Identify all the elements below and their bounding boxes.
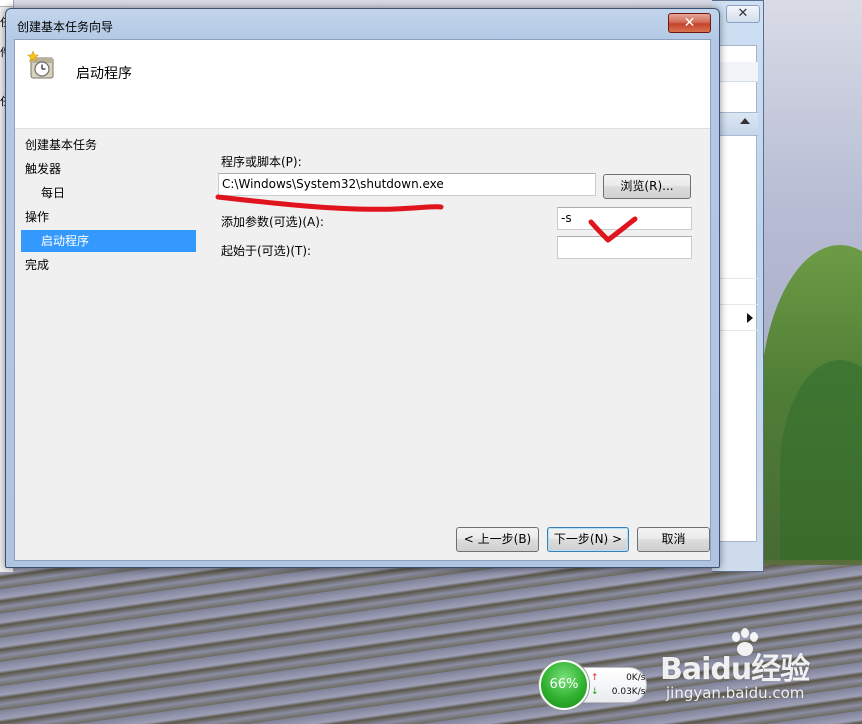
step-trigger[interactable]: 触发器 [21,158,196,180]
back-button[interactable]: < 上一步(B) [456,527,539,552]
download-arrow-icon: ↓ [591,687,599,697]
download-speed-value: 0.03K/s [611,687,646,697]
upload-speed-value: 0K/s [626,673,646,683]
divider [718,278,758,279]
task-scheduler-icon [27,51,54,79]
background-toolbar [718,62,758,82]
step-finish[interactable]: 完成 [21,254,196,276]
wizard-steps: 创建基本任务 触发器 每日 操作 启动程序 完成 [15,129,205,560]
network-monitor-widget[interactable]: 66% ↑ 0K/s ↓ 0.03K/s [539,660,647,710]
window-title: 创建基本任务向导 [17,20,114,34]
step-start-program[interactable]: 启动程序 [21,230,196,252]
start-in-label: 起始于(可选)(T): [221,244,312,258]
download-speed: ↓ 0.03K/s [591,687,645,697]
watermark-url: jingyan.baidu.com [666,684,805,702]
program-label: 程序或脚本(P): [221,155,302,169]
background-close-button[interactable]: ✕ [726,5,760,23]
divider [718,304,758,305]
title-bar[interactable]: 创建基本任务向导 ✕ [6,9,719,39]
create-basic-task-wizard: 创建基本任务向导 ✕ 启动程序 创建基本任务 触发器 每日 操作 启动程序 完成 [5,8,720,568]
collapse-caret-icon[interactable] [740,118,750,124]
close-icon: ✕ [683,15,696,31]
browse-button[interactable]: 浏览(R)... [603,174,691,199]
upload-arrow-icon: ↑ [591,673,599,683]
cancel-button[interactable]: 取消 [637,527,710,552]
memory-usage-ball[interactable]: 66% [539,660,589,710]
step-daily[interactable]: 每日 [21,182,196,204]
wizard-header: 启动程序 [15,40,710,129]
program-input[interactable]: C:\Windows\System32\shutdown.exe [218,173,596,196]
expand-arrow-icon[interactable] [747,313,753,323]
background-section-header[interactable] [718,112,758,136]
action-form: 程序或脚本(P): C:\Windows\System32\shutdown.e… [215,129,710,509]
divider [718,330,758,331]
start-in-input[interactable] [557,236,692,259]
baidu-jingyan-watermark: Baidu经验 jingyan.baidu.com [658,626,858,716]
step-action[interactable]: 操作 [21,206,196,228]
watermark-brand: Baidu经验 [660,652,810,687]
close-button[interactable]: ✕ [668,13,711,33]
arguments-input[interactable]: -s [557,207,692,230]
next-button[interactable]: 下一步(N) > [547,527,629,552]
steps-heading: 创建基本任务 [25,138,98,152]
arguments-label: 添加参数(可选)(A): [221,215,324,229]
upload-speed: ↑ 0K/s [591,673,645,683]
dialog-client-area: 启动程序 创建基本任务 触发器 每日 操作 启动程序 完成 程序或脚本(P): … [14,39,711,561]
background-window-panel [717,45,758,542]
page-title: 启动程序 [76,66,132,82]
background-window-strip [0,0,13,7]
